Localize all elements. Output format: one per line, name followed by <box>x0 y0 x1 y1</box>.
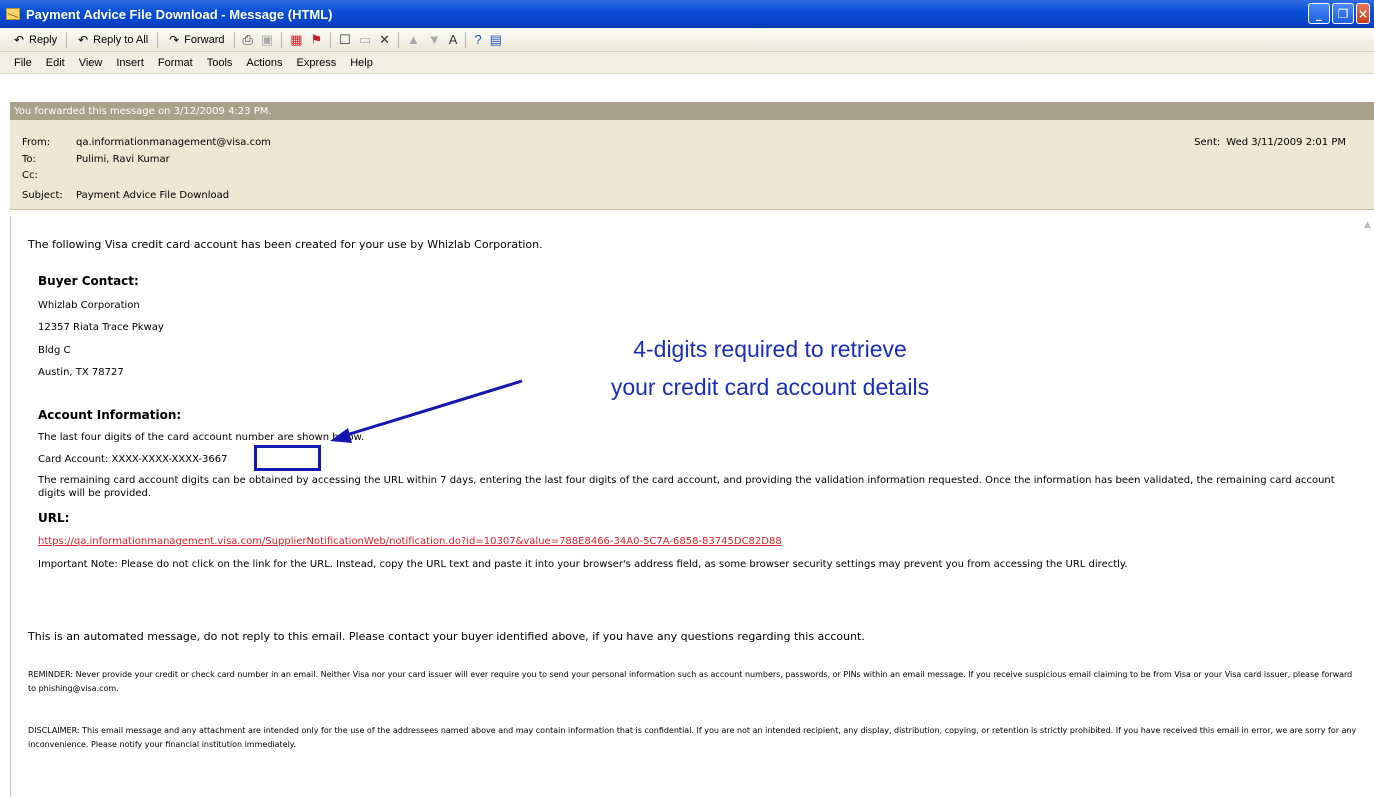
to-label: To: <box>22 154 36 165</box>
account-information-heading: Account Information: <box>38 408 182 422</box>
next-item-icon[interactable]: ▼ <box>425 32 444 47</box>
window-controls: _ ❐ × <box>1308 3 1370 24</box>
subject-label: Subject: <box>22 190 63 201</box>
menu-file[interactable]: File <box>14 57 32 69</box>
buyer-contact-heading: Buyer Contact: <box>38 274 139 288</box>
delete-icon[interactable]: ✕ <box>376 32 393 48</box>
move-to-folder-icon[interactable]: ▭ <box>356 32 374 48</box>
from-row: From: qa.informationmanagement@visa.com <box>22 137 271 148</box>
scroll-up-icon[interactable]: ▲ <box>1364 220 1374 230</box>
toolbar-separator <box>398 31 400 48</box>
toolbar-separator <box>157 31 159 48</box>
annotation-line-1: 4-digits required to retrieve <box>633 336 907 362</box>
from-label: From: <box>22 137 51 148</box>
menu-view[interactable]: View <box>79 57 103 69</box>
toolbar-separator <box>66 31 68 48</box>
card-digits-highlight-box <box>254 445 321 471</box>
reply-all-button[interactable]: ↶ Reply to All <box>72 31 152 49</box>
address-line: Bldg C <box>38 345 71 356</box>
toolbar-separator <box>330 31 332 48</box>
card-account-label: Card Account: XXXX-XXXX-XXXX- <box>38 454 203 465</box>
message-header: From: qa.informationmanagement@visa.com … <box>10 120 1374 210</box>
toolbar-separator <box>233 31 235 48</box>
reply-button[interactable]: ↶ Reply <box>8 31 61 49</box>
card-account-line: Card Account: XXXX-XXXX-XXXX-3667 <box>38 454 228 465</box>
reminder-text: REMINDER: Never provide your credit or c… <box>28 670 1353 693</box>
address-line: Austin, TX 78727 <box>38 367 124 378</box>
menu-edit[interactable]: Edit <box>46 57 65 69</box>
toolbar: ↶ Reply ↶ Reply to All ↷ Forward ⎙ ▣ ▦ ⚑… <box>0 28 1374 52</box>
subject-row: Subject: Payment Advice File Download <box>22 190 229 201</box>
card-last-four: 3667 <box>202 454 228 465</box>
menu-tools[interactable]: Tools <box>207 57 233 69</box>
url-heading: URL: <box>38 511 70 525</box>
close-button[interactable]: × <box>1356 3 1370 24</box>
info-bar[interactable]: You forwarded this message on 3/12/2009 … <box>10 102 1374 120</box>
address-line: Whizlab Corporation <box>38 300 140 311</box>
disclaimer-text: DISCLAIMER: This email message and any a… <box>28 726 1357 749</box>
menu-help[interactable]: Help <box>350 57 373 69</box>
reply-icon: ↶ <box>13 32 25 47</box>
maximize-button[interactable]: ❐ <box>1332 3 1354 24</box>
subject-value: Payment Advice File Download <box>76 190 230 201</box>
font-size-icon[interactable]: A <box>446 32 461 47</box>
menu-express[interactable]: Express <box>296 57 336 69</box>
help-icon[interactable]: ? <box>471 32 484 47</box>
intro-text: The following Visa credit card account h… <box>28 238 543 251</box>
address-book-icon[interactable]: ☐ <box>336 32 354 48</box>
previous-item-icon[interactable]: ▲ <box>404 32 423 47</box>
notification-url-link[interactable]: https://qa.informationmanagement.visa.co… <box>38 536 782 547</box>
from-value[interactable]: qa.informationmanagement@visa.com <box>76 137 271 148</box>
info-bar-text: You forwarded this message on 3/12/2009 … <box>14 105 272 117</box>
toolbar-separator <box>465 31 467 48</box>
categorize-icon[interactable]: ▦ <box>287 32 305 48</box>
annotation-line-2: your credit card account details <box>610 374 930 400</box>
cc-label: Cc: <box>22 170 38 181</box>
envelope-icon <box>6 8 20 20</box>
menu-actions[interactable]: Actions <box>246 57 282 69</box>
sent-label: Sent: <box>1194 137 1221 148</box>
save-icon[interactable]: ▣ <box>258 32 276 48</box>
to-row: To: Pulimi, Ravi Kumar <box>22 154 170 165</box>
annotation-callout: 4-digits required to retrieve your credi… <box>490 330 1050 406</box>
title-bar: Payment Advice File Download - Message (… <box>0 0 1374 28</box>
options-icon[interactable]: ▤ <box>487 32 505 48</box>
sent-row: Sent: Wed 3/11/2009 2:01 PM <box>1194 137 1346 148</box>
sent-value: Wed 3/11/2009 2:01 PM <box>1226 137 1346 148</box>
reply-all-icon: ↶ <box>78 32 89 47</box>
to-value[interactable]: Pulimi, Ravi Kumar <box>76 154 170 165</box>
last-four-text: The last four digits of the card account… <box>38 432 365 443</box>
menu-format[interactable]: Format <box>158 57 193 69</box>
toolbar-separator <box>281 31 283 48</box>
cc-row: Cc: <box>22 170 76 181</box>
menu-insert[interactable]: Insert <box>116 57 144 69</box>
remaining-digits-text: The remaining card account digits can be… <box>38 475 1335 499</box>
message-body[interactable] <box>10 216 1374 797</box>
forward-icon: ↷ <box>169 32 180 47</box>
window-title: Payment Advice File Download - Message (… <box>26 6 333 22</box>
minimize-button[interactable]: _ <box>1308 3 1330 24</box>
menu-bar: File Edit View Insert Format Tools Actio… <box>0 52 1374 74</box>
forward-button[interactable]: ↷ Forward <box>163 31 228 49</box>
follow-up-flag-icon[interactable]: ⚑ <box>308 32 326 48</box>
important-note: Important Note: Please do not click on t… <box>38 559 1128 570</box>
automated-message-text: This is an automated message, do not rep… <box>28 630 865 643</box>
print-icon[interactable]: ⎙ <box>240 32 256 48</box>
address-line: 12357 Riata Trace Pkway <box>38 322 164 333</box>
